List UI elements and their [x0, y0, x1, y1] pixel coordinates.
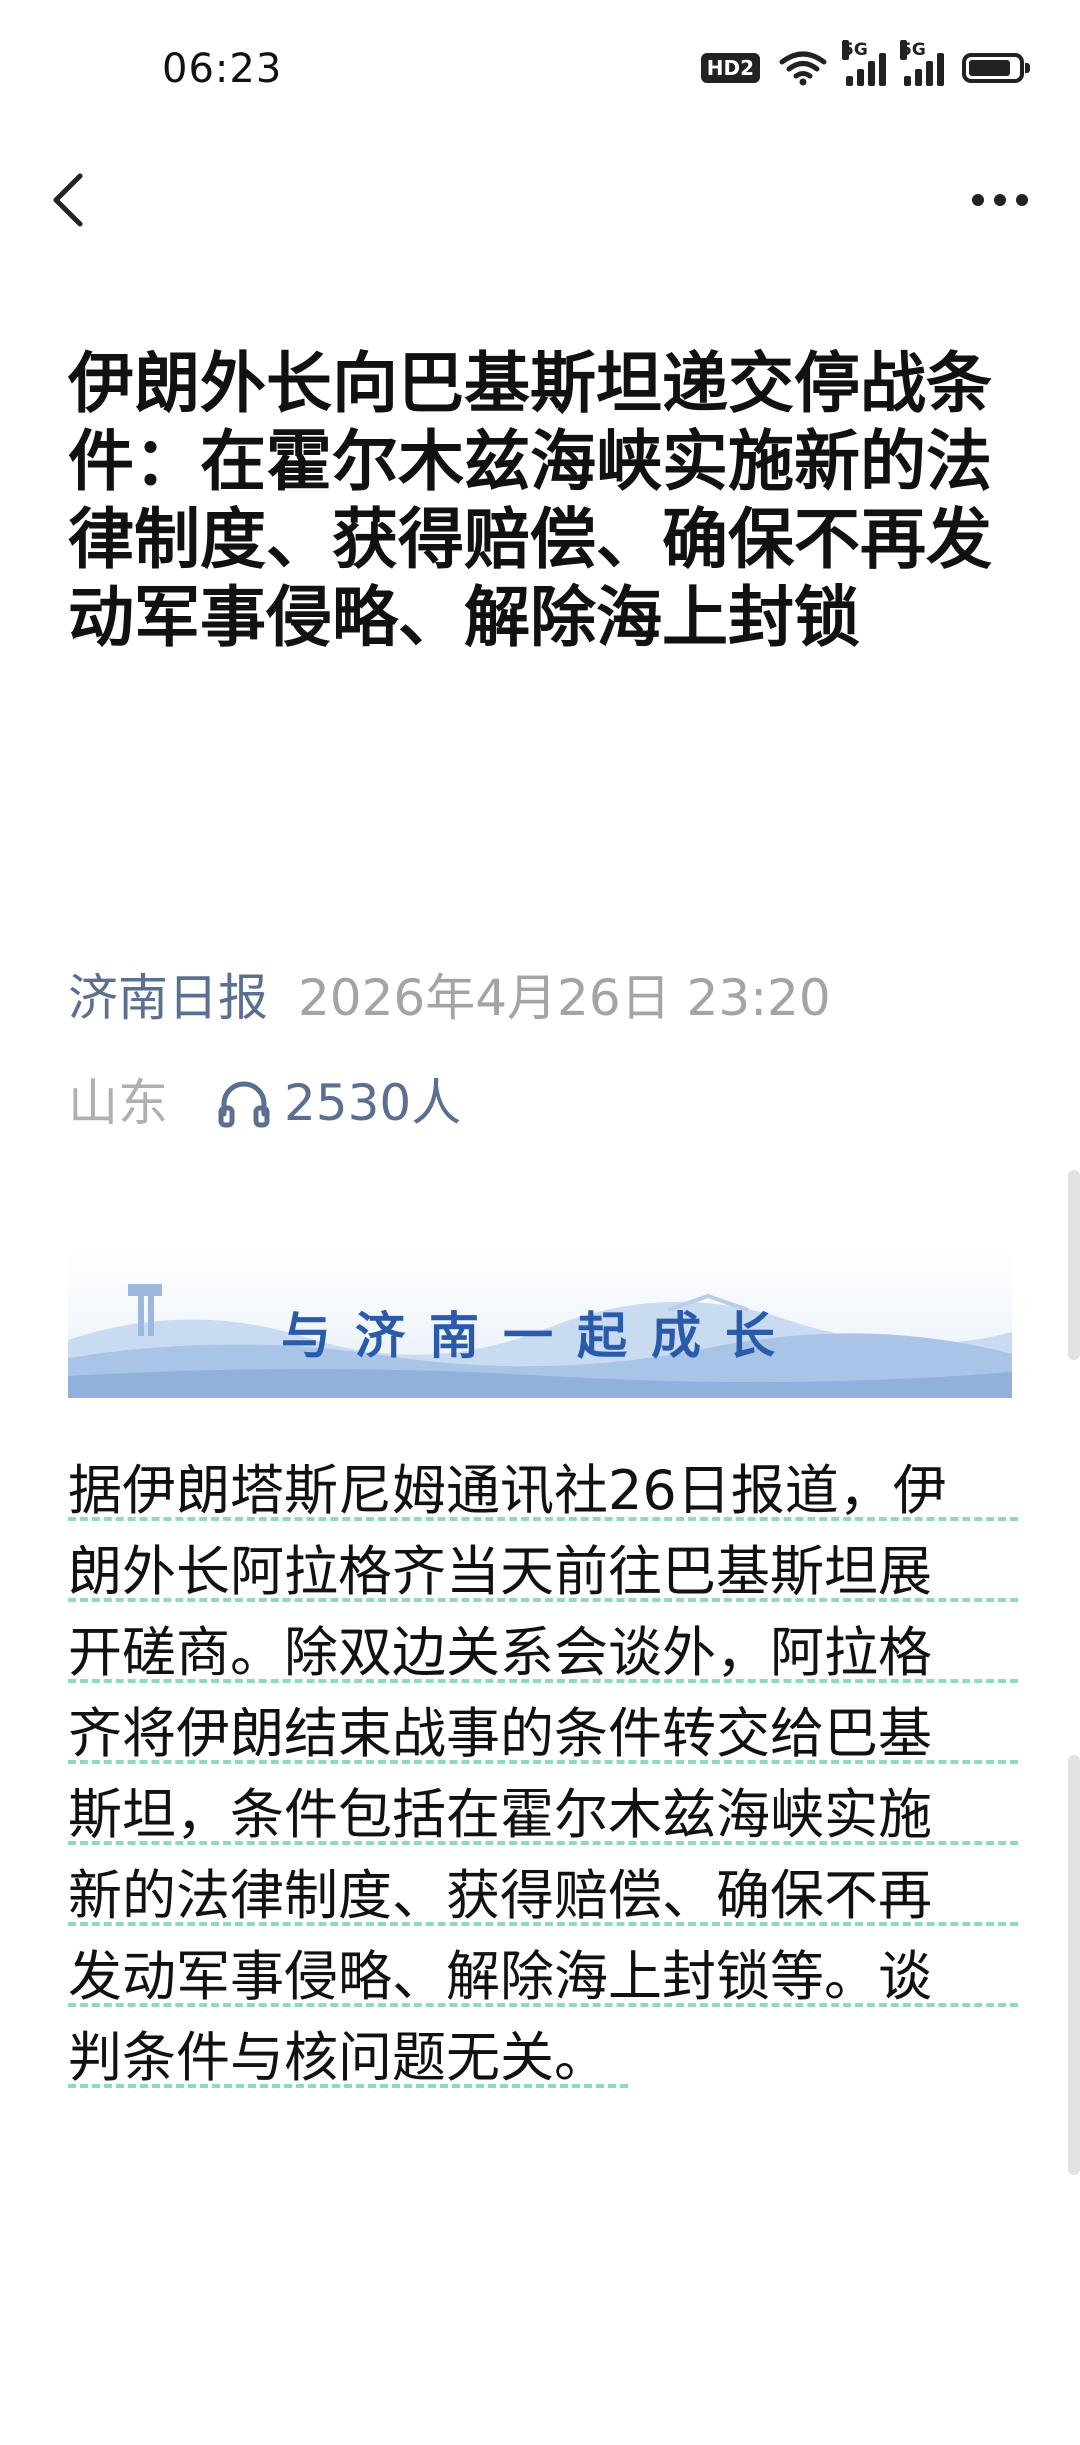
body-line: 朗外长阿拉格齐当天前往巴基斯坦展	[68, 1531, 1018, 1612]
back-button[interactable]	[40, 160, 100, 240]
banner-image: 与济南一起成长	[68, 1250, 1012, 1398]
chevron-left-icon	[53, 173, 83, 227]
banner-slogan: 与济南一起成长	[281, 1307, 799, 1365]
signal-5g-icon-2: 5G	[900, 40, 944, 86]
body-line: 发动军事侵略、解除海上封锁等。谈	[68, 1936, 1018, 2017]
listen-button[interactable]: 2530人	[218, 1073, 461, 1133]
battery-icon	[962, 53, 1030, 83]
battery-level	[969, 60, 1010, 76]
source-link[interactable]: 济南日报	[68, 969, 268, 1027]
body-line: 齐将伊朗结束战事的条件转交给巴基	[68, 1693, 1018, 1774]
wifi-icon	[779, 51, 827, 86]
nav-bar	[0, 150, 1080, 250]
hd-voice-icon: HD2	[700, 53, 760, 83]
body-line: 新的法律制度、获得赔偿、确保不再	[68, 1855, 1018, 1936]
body-line: 开磋商。除双边关系会谈外，阿拉格	[68, 1612, 1018, 1693]
meta-row-region: 山东 2530人	[68, 1073, 461, 1133]
publish-date: 2026年4月26日 23:20	[298, 969, 831, 1027]
status-bar: 06:23 HD2 5G 5G	[0, 0, 1080, 145]
scrollbar-lower[interactable]	[1068, 1755, 1080, 2175]
article-title: 伊朗外长向巴基斯坦递交停战条件：在霍尔木兹海峡实施新的法律制度、获得赔偿、确保不…	[68, 345, 992, 656]
signal-5g-label-2: 5G	[900, 40, 926, 60]
headphones-icon	[218, 1081, 270, 1128]
signal-5g-icon: 5G	[842, 40, 886, 86]
listen-count: 2530人	[284, 1074, 462, 1132]
region-label: 山东	[68, 1074, 168, 1132]
signal-5g-label: 5G	[842, 40, 868, 60]
status-time: 06:23	[162, 46, 283, 92]
meta-row-source: 济南日报 2026年4月26日 23:20	[68, 968, 831, 1028]
status-icons: HD2 5G 5G	[700, 40, 1030, 86]
more-dot	[1016, 194, 1028, 206]
body-line: 斯坦，条件包括在霍尔木兹海峡实施	[68, 1774, 1018, 1855]
more-dot	[994, 194, 1006, 206]
more-dots-icon	[972, 194, 984, 206]
more-button[interactable]	[960, 170, 1040, 230]
body-line: 判条件与核问题无关。	[68, 2017, 1018, 2098]
body-line: 据伊朗塔斯尼姆通讯社26日报道，伊	[68, 1450, 1018, 1531]
article-body: 据伊朗塔斯尼姆通讯社26日报道，伊 朗外长阿拉格齐当天前往巴基斯坦展 开磋商。除…	[68, 1450, 1018, 2098]
scrollbar-upper[interactable]	[1068, 1170, 1080, 1360]
